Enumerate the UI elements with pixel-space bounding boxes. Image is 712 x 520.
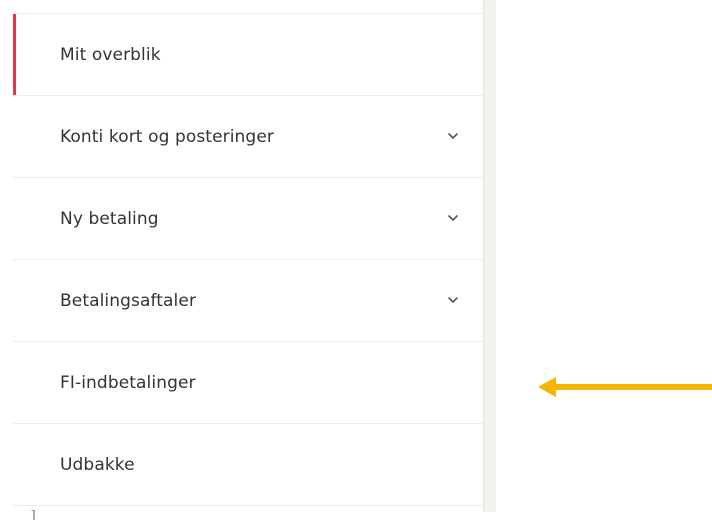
left-arrow-icon xyxy=(538,377,712,397)
sidebar-item-mit-overblik[interactable]: Mit overblik xyxy=(13,14,483,96)
chevron-down-icon[interactable] xyxy=(446,129,460,143)
sidebar-item-udbakke[interactable]: Udbakke xyxy=(13,424,483,506)
sidebar-item-betalingsaftaler[interactable]: Betalingsaftaler xyxy=(13,260,483,342)
sidebar-item-label: Betalingsaftaler xyxy=(60,290,197,311)
sidebar-item-label: FI-indbetalinger xyxy=(60,372,196,393)
sidebar-item-fi-indbetalinger[interactable]: FI-indbetalinger xyxy=(13,342,483,424)
sidebar-item-label: Konti kort og posteringer xyxy=(60,126,274,147)
app-window: Mit overblik Konti kort og posteringer N… xyxy=(0,0,712,520)
sidebar-item-label: Mit overblik xyxy=(60,44,161,65)
sidebar-item-label: Udbakke xyxy=(60,454,135,475)
sidebar-item-label: Ny betaling xyxy=(60,208,159,229)
corner-bracket-icon xyxy=(31,510,35,520)
sidebar-nav: Mit overblik Konti kort og posteringer N… xyxy=(13,13,483,506)
chevron-down-icon[interactable] xyxy=(446,211,460,225)
scroll-rail[interactable] xyxy=(484,0,496,512)
sidebar-item-ny-betaling[interactable]: Ny betaling xyxy=(13,178,483,260)
sidebar-item-konti-kort-og-posteringer[interactable]: Konti kort og posteringer xyxy=(13,96,483,178)
chevron-down-icon[interactable] xyxy=(446,293,460,307)
